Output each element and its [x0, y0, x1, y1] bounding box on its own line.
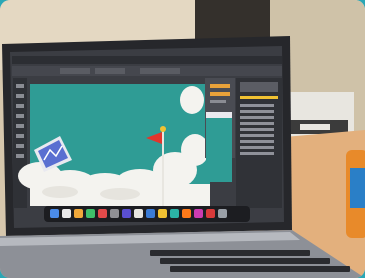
photo-frame — [0, 0, 365, 278]
secondary-artboard — [206, 112, 232, 182]
menu-bar — [12, 56, 282, 64]
laptop-photo — [0, 0, 365, 278]
drink-can — [346, 150, 365, 238]
dock-icons — [50, 209, 227, 218]
